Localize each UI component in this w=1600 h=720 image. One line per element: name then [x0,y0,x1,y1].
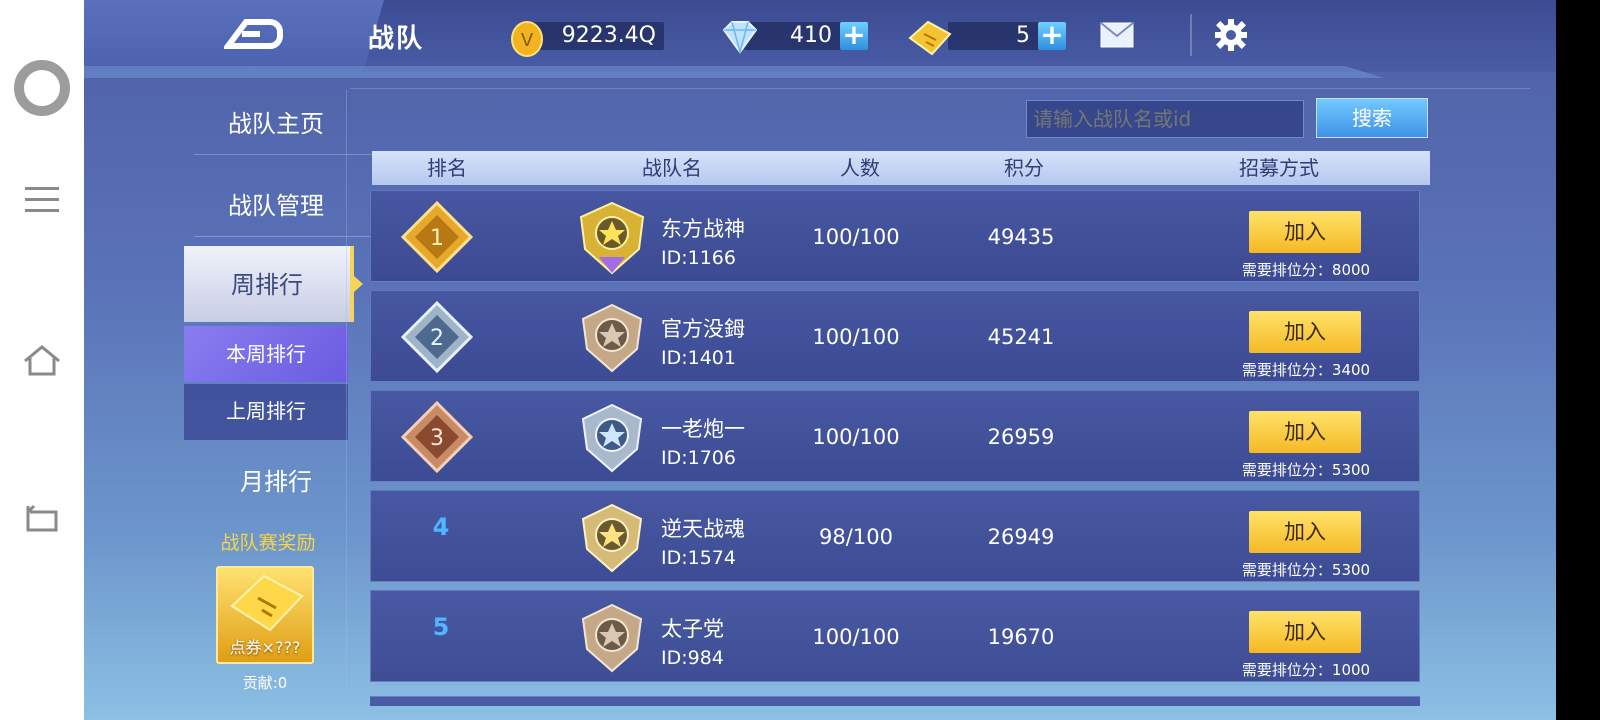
page-title: 战队 [368,24,425,54]
rank-number: 4 [432,513,450,541]
requirement-text: 需要排位分：5300 [1241,461,1371,479]
nav-last-week[interactable]: 上周排行 [184,384,348,440]
gear-icon[interactable] [1214,18,1248,56]
header-team-name: 战队名 [642,156,702,180]
mail-icon[interactable] [1100,22,1134,52]
table-row: 4 逆天战魂 ID:1574 98/100 26949 加入 需要排位分：530… [370,490,1420,582]
team-id: ID:1166 [661,247,736,269]
join-button[interactable]: 加入 [1249,211,1361,253]
panel-left-line [346,90,347,720]
table-row-partial [370,696,1420,706]
team-score: 26959 [987,425,1055,449]
nav-team-manage[interactable]: 战队管理 [196,186,356,221]
diamond-amount: 410 [790,23,832,48]
team-members: 100/100 [812,625,900,649]
recents-circle-icon[interactable] [14,60,70,116]
join-button[interactable]: 加入 [1249,611,1361,653]
home-icon[interactable] [14,332,70,388]
svg-text:1: 1 [430,226,444,251]
team-name: 太子党 [661,617,724,641]
header-rank: 排名 [427,156,467,180]
silver-medal-icon: 2 [400,300,474,374]
header-recruit-mode: 招募方式 [1239,156,1319,180]
reward-label: 点券×??? [229,638,301,657]
diamond-icon [720,20,760,58]
svg-text:2: 2 [430,326,444,351]
coin-icon: V [510,20,544,62]
table-row: 3 一老炮一 ID:1706 100/100 26959 加入 需要排位分：53… [370,390,1420,482]
team-emblem-icon [581,303,643,373]
nav-monthly-ranking[interactable]: 月排行 [196,462,356,497]
team-emblem-icon [579,201,645,275]
team-id: ID:1574 [661,547,736,569]
team-members: 98/100 [819,525,893,549]
ticket-icon [230,574,304,632]
game-screen: 战队 V 9223.4Q 410 + 5 + 战队主页 战队管理 周排行 本周排… [84,0,1556,720]
rank-number: 5 [432,613,450,641]
team-score: 26949 [987,525,1055,549]
screen-edge [1556,0,1600,720]
reward-ticket-button[interactable]: 点券×??? [216,566,314,664]
header-members: 人数 [840,156,880,180]
nav-active-arrow [354,276,363,292]
join-button[interactable]: 加入 [1249,311,1361,353]
team-emblem-icon [581,403,643,473]
system-navigation-bar [0,0,84,720]
search-button[interactable]: 搜索 [1316,98,1428,138]
team-members: 100/100 [812,325,900,349]
contribution-text: 贡献:0 [242,674,288,692]
top-bar-strip [84,66,1384,78]
team-score: 45241 [987,325,1055,349]
gold-amount: 9223.4Q [561,23,656,48]
top-divider [1190,14,1192,56]
nav-weekly-ranking[interactable]: 周排行 [184,246,354,322]
table-row: 5 太子党 ID:984 100/100 19670 加入 需要排位分：1000 [370,590,1420,682]
team-emblem-icon [581,603,643,673]
team-score: 49435 [987,225,1055,249]
bronze-medal-icon: 3 [400,400,474,474]
back-icon[interactable] [14,490,70,546]
menu-icon[interactable] [14,172,70,228]
requirement-text: 需要排位分：8000 [1241,261,1371,279]
panel-top-line [350,88,1530,89]
join-button[interactable]: 加入 [1249,511,1361,553]
add-ticket-button[interactable]: + [1038,21,1066,50]
ticket-icon [906,18,954,62]
team-name: 一老炮一 [661,417,745,441]
join-button[interactable]: 加入 [1249,411,1361,453]
team-id: ID:1706 [661,447,736,469]
svg-text:V: V [521,30,534,51]
add-diamond-button[interactable]: + [840,21,868,50]
ticket-amount: 5 [1016,23,1030,48]
nav-this-week[interactable]: 本周排行 [184,326,348,382]
table-row: 2 官方没鉧 ID:1401 100/100 45241 加入 需要排位分：34… [370,290,1420,382]
team-members: 100/100 [812,425,900,449]
table-row: 1 东方战神 ID:1166 100/100 49435 加入 需要排位分：80… [370,190,1420,282]
team-search-input[interactable] [1026,100,1304,138]
team-name: 逆天战魂 [661,517,745,541]
logo-back-icon[interactable] [222,16,284,52]
requirement-text: 需要排位分：1000 [1241,661,1371,679]
team-emblem-icon [581,503,643,573]
reward-title: 战队赛奖励 [220,532,316,554]
requirement-text: 需要排位分：3400 [1241,361,1371,379]
gold-medal-icon: 1 [400,200,474,274]
svg-text:3: 3 [430,426,444,451]
team-id: ID:1401 [661,347,736,369]
team-name: 官方没鉧 [661,317,745,341]
team-score: 19670 [987,625,1055,649]
header-score: 积分 [1004,156,1044,180]
team-id: ID:984 [661,647,724,669]
table-header: 排名 战队名 人数 积分 招募方式 [372,151,1430,185]
team-members: 100/100 [812,225,900,249]
team-name: 东方战神 [661,217,745,241]
nav-team-home[interactable]: 战队主页 [196,104,356,139]
requirement-text: 需要排位分：5300 [1241,561,1371,579]
